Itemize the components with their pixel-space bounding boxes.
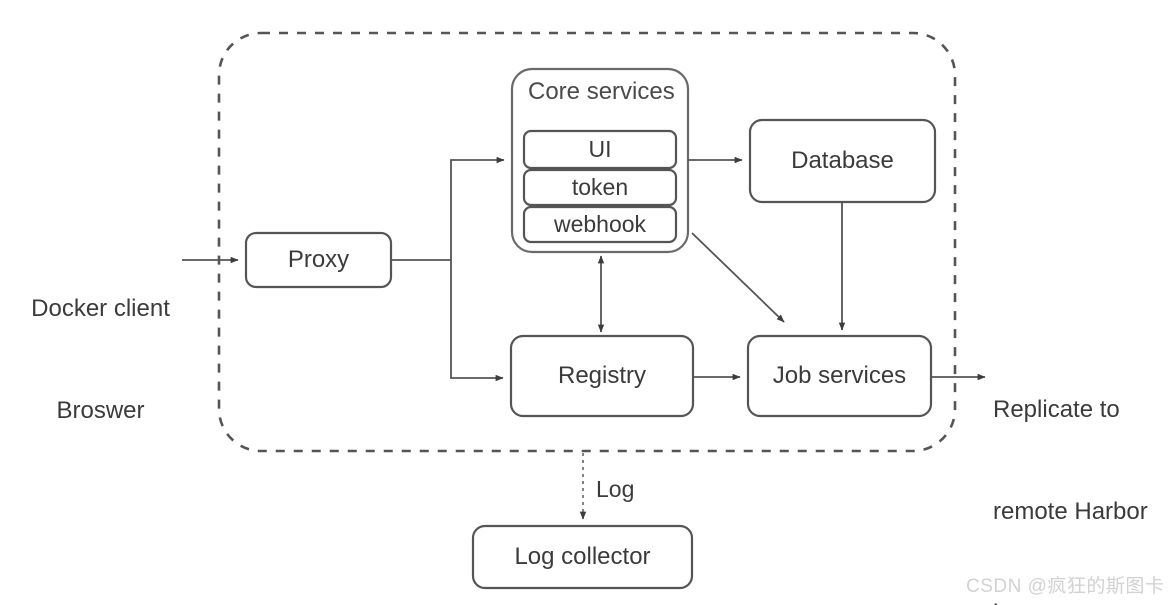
architecture-diagram: Docker client Broswer Proxy Core service… [0, 0, 1175, 605]
diagram-canvas [182, 31, 986, 590]
edge-proxy-to-registry [450, 260, 504, 382]
token-box [522, 168, 678, 207]
edge-proxy-to-core-services [450, 156, 505, 260]
proxy-box [244, 231, 393, 289]
ui-box [522, 129, 678, 170]
database-box [748, 118, 937, 204]
job-services-box [746, 334, 933, 418]
log-collector-box [471, 524, 694, 590]
registry-box [509, 334, 695, 418]
edge-core-services-to-job-services [691, 232, 785, 323]
webhook-box [522, 205, 678, 244]
